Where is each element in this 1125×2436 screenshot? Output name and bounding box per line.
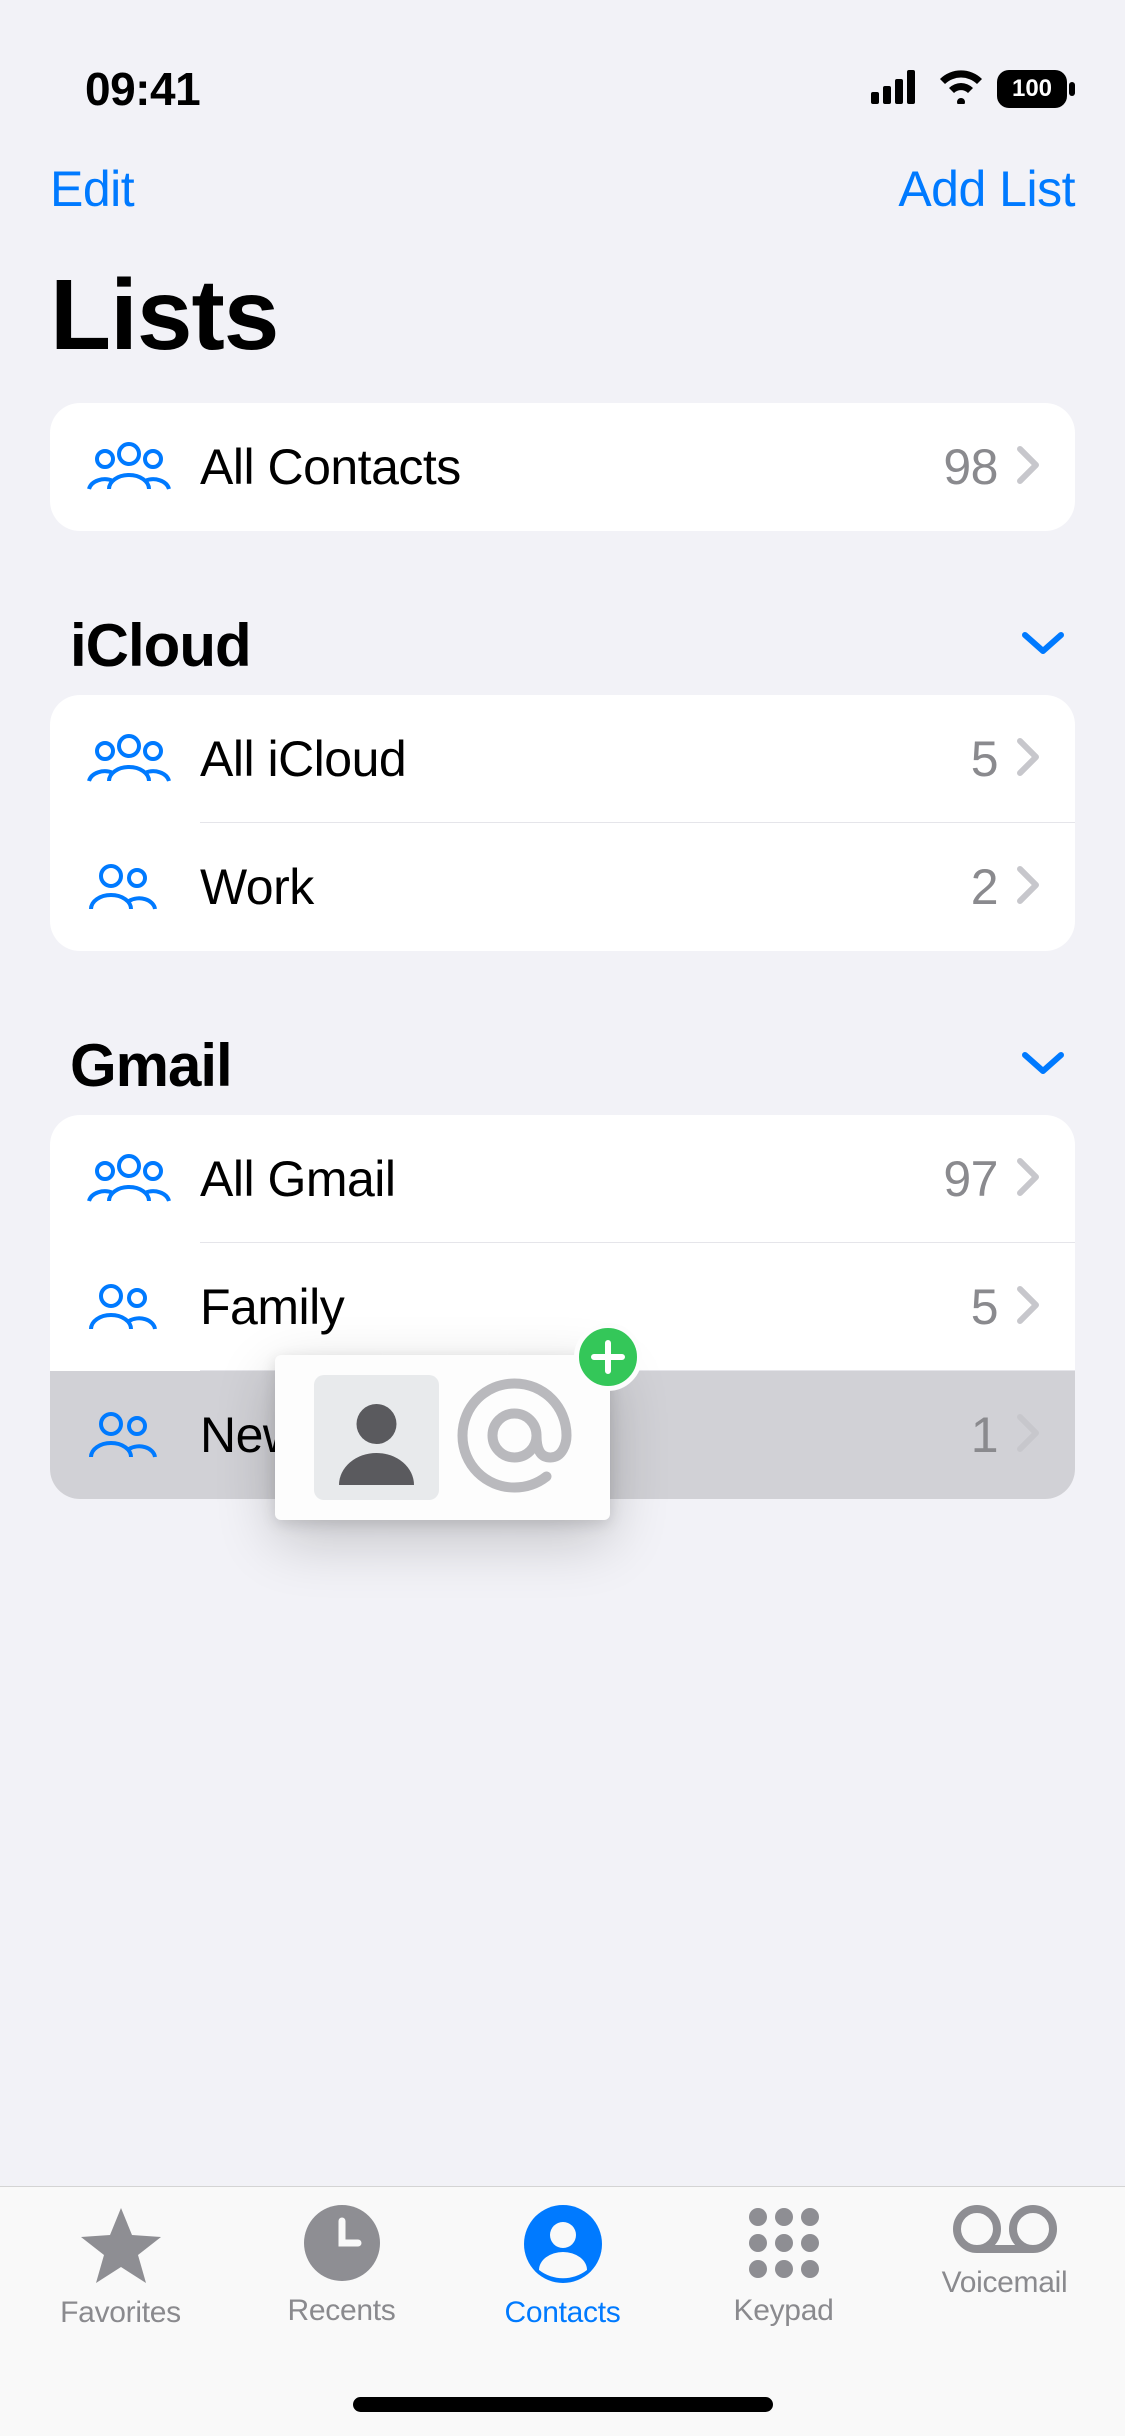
chevron-right-icon <box>1016 445 1040 490</box>
all-contacts-card: All Contacts 98 <box>50 403 1075 531</box>
tab-label: Favorites <box>60 2296 181 2330</box>
person-circle-icon <box>524 2205 602 2288</box>
status-icons: 100 <box>871 70 1075 109</box>
tab-label: Contacts <box>505 2296 621 2330</box>
page-title: Lists <box>0 218 1125 403</box>
people-two-icon <box>85 861 200 913</box>
list-item-all-gmail[interactable]: All Gmail 97 <box>50 1115 1075 1243</box>
list-item-label: All iCloud <box>200 730 971 788</box>
edit-button[interactable]: Edit <box>50 160 134 218</box>
add-list-button[interactable]: Add List <box>898 160 1075 218</box>
list-item-count: 2 <box>971 858 998 916</box>
list-item-label: Work <box>200 858 971 916</box>
tab-label: Keypad <box>734 2294 834 2328</box>
people-three-icon <box>85 1153 200 1205</box>
voicemail-icon <box>953 2205 1057 2258</box>
list-item-count: 98 <box>943 438 998 496</box>
clock-icon <box>304 2205 380 2286</box>
list-item-label: All Gmail <box>200 1150 943 1208</box>
list-item-all-icloud[interactable]: All iCloud 5 <box>50 695 1075 823</box>
battery-icon: 100 <box>997 70 1075 108</box>
tab-bar: Favorites Recents Contacts Keypad <box>0 2186 1125 2436</box>
list-item-label: Family <box>200 1278 971 1336</box>
chevron-right-icon <box>1016 1413 1040 1458</box>
section-title: iCloud <box>70 611 251 680</box>
chevron-down-icon <box>1021 629 1065 662</box>
list-item-count: 97 <box>943 1150 998 1208</box>
list-item-count: 5 <box>971 730 998 788</box>
section-header-icloud[interactable]: iCloud <box>0 611 1125 695</box>
list-item-all-contacts[interactable]: All Contacts 98 <box>50 403 1075 531</box>
people-three-icon <box>85 733 200 785</box>
list-item-work[interactable]: Work 2 <box>50 823 1075 951</box>
home-indicator[interactable] <box>353 2397 773 2412</box>
time-label: 09:41 <box>85 62 200 116</box>
status-bar: 09:41 100 <box>0 0 1125 130</box>
battery-level: 100 <box>997 75 1067 103</box>
tab-label: Recents <box>288 2294 396 2328</box>
list-item-label: All Contacts <box>200 438 943 496</box>
icloud-card: All iCloud 5 Work 2 <box>50 695 1075 951</box>
people-three-icon <box>85 441 200 493</box>
tab-label: Voicemail <box>942 2266 1068 2300</box>
chevron-down-icon <box>1021 1049 1065 1082</box>
list-item-count: 1 <box>971 1406 998 1464</box>
tab-voicemail[interactable]: Voicemail <box>905 2205 1105 2436</box>
drag-vcard[interactable] <box>275 1355 610 1520</box>
tab-favorites[interactable]: Favorites <box>21 2205 221 2436</box>
avatar-placeholder-icon <box>314 1375 439 1500</box>
chevron-right-icon <box>1016 1285 1040 1330</box>
chevron-right-icon <box>1016 737 1040 782</box>
list-item-count: 5 <box>971 1278 998 1336</box>
wifi-icon <box>937 70 985 109</box>
star-icon <box>80 2205 162 2288</box>
chevron-right-icon <box>1016 1157 1040 1202</box>
section-title: Gmail <box>70 1031 232 1100</box>
nav-bar: Edit Add List <box>0 130 1125 218</box>
plus-badge-icon <box>574 1323 642 1391</box>
chevron-right-icon <box>1016 865 1040 910</box>
people-two-icon <box>85 1281 200 1333</box>
list-item-family[interactable]: Family 5 <box>50 1243 1075 1371</box>
people-two-icon <box>85 1409 200 1461</box>
at-icon <box>457 1378 572 1498</box>
keypad-icon <box>746 2205 822 2286</box>
section-header-gmail[interactable]: Gmail <box>0 1031 1125 1115</box>
cellular-icon <box>871 70 925 109</box>
